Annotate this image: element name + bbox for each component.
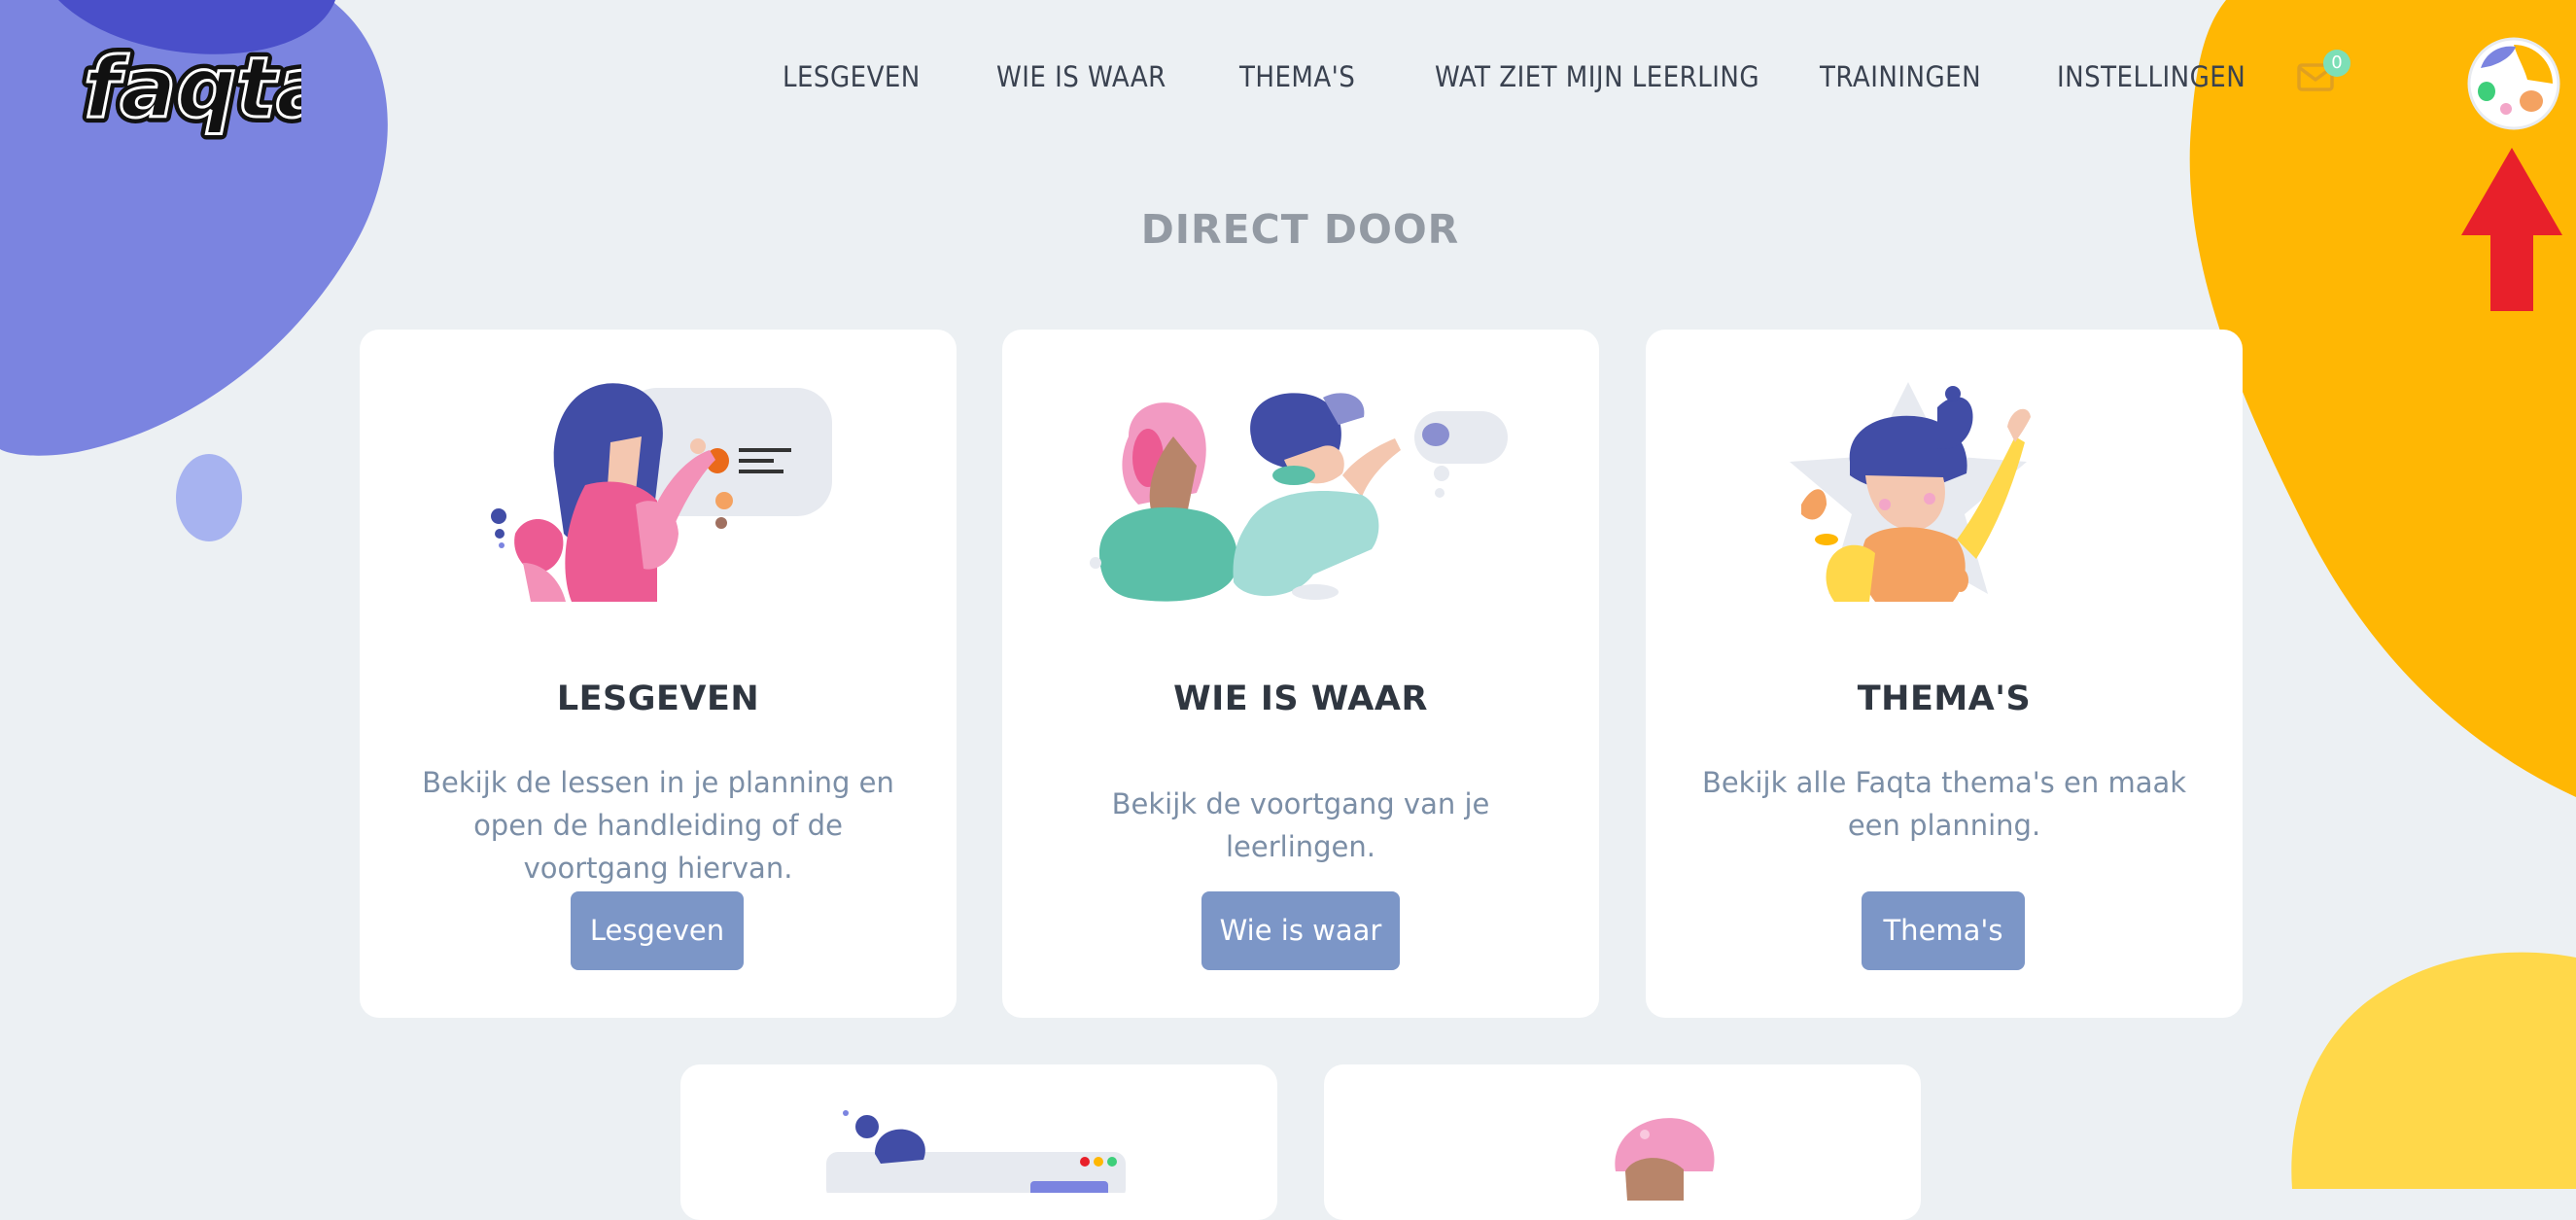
section-title: DIRECT DOOR xyxy=(1140,206,1460,253)
card-description: Bekijk de voortgang van je leerlingen. xyxy=(1111,787,1490,863)
nav-item-trainingen[interactable]: TRAININGEN xyxy=(1820,60,1981,93)
nav-item-wat-ziet-mijn-leerling[interactable]: WAT ZIET MIJN LEERLING xyxy=(1435,60,1759,93)
card-lesgeven: LESGEVEN Bekijk de lessen in je planning… xyxy=(360,330,957,1018)
nav-item-instellingen[interactable]: INSTELLINGEN xyxy=(2057,60,2245,93)
star-kid-illustration xyxy=(1790,382,2031,602)
small-blue-blob-shape xyxy=(176,454,242,541)
nav-item-lesgeven[interactable]: LESGEVEN xyxy=(783,60,921,93)
nav-item-themas[interactable]: THEMA'S xyxy=(1239,60,1355,93)
user-avatar-icon[interactable] xyxy=(2467,37,2560,130)
nav-item-wie-is-waar[interactable]: WIE IS WAAR xyxy=(996,60,1166,93)
pink-hair-illustration xyxy=(1615,1118,1715,1201)
red-arrow-annotation xyxy=(2461,148,2562,316)
card-wie-is-waar: WIE IS WAAR Bekijk de voortgang van je l… xyxy=(1002,330,1599,1018)
card-title: WIE IS WAAR xyxy=(1173,680,1428,718)
card-title: LESGEVEN xyxy=(556,680,760,718)
card-title: THEMA'S xyxy=(1857,680,2032,718)
themas-button[interactable]: Thema's xyxy=(1862,891,2025,970)
card-themas: THEMA'S Bekijk alle Faqta thema's en maa… xyxy=(1646,330,2243,1018)
wie-is-waar-button[interactable]: Wie is waar xyxy=(1201,891,1400,970)
main-navigation: LESGEVEN WIE IS WAAR THEMA'S WAT ZIET MI… xyxy=(0,60,2576,103)
card-description: Bekijk alle Faqta thema's en maak een pl… xyxy=(1701,766,2187,842)
light-yellow-blob-shape xyxy=(2291,952,2576,1189)
browser-window-illustration xyxy=(826,1110,1126,1193)
card-description: Bekijk de lessen in je planning en open … xyxy=(422,766,894,885)
lesgeven-button[interactable]: Lesgeven xyxy=(571,891,744,970)
card-trainingen xyxy=(1324,1064,1921,1220)
students-illustration xyxy=(1090,393,1508,602)
card-wat-ziet-mijn-leerling xyxy=(680,1064,1277,1220)
mail-count-badge: 0 xyxy=(2323,50,2350,77)
teacher-board-illustration xyxy=(491,383,832,602)
